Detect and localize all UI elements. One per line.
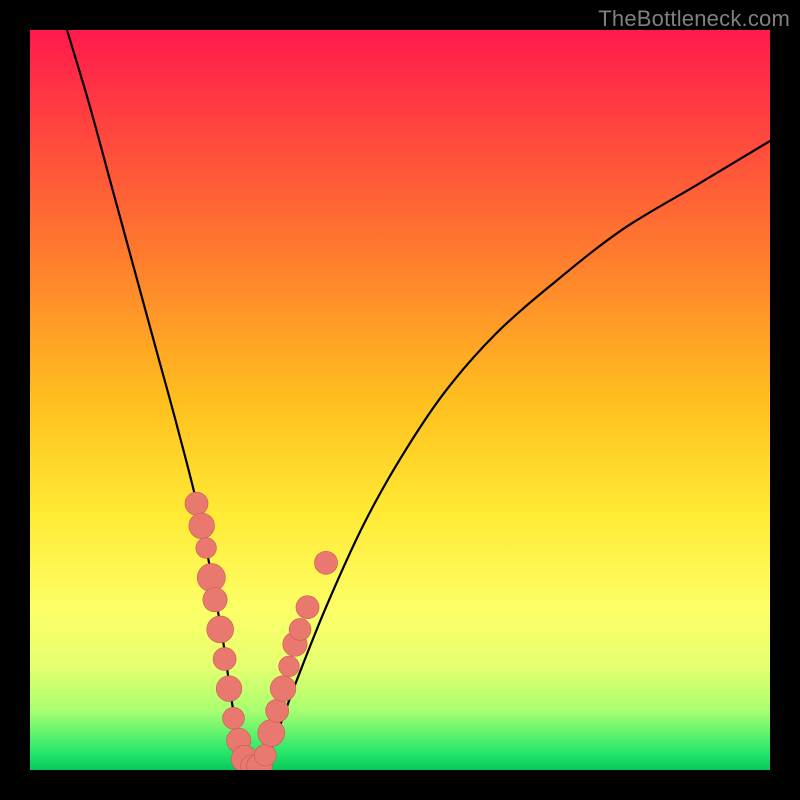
curve-marker [279,656,300,677]
curve-marker [197,564,225,592]
curve-marker [254,744,276,766]
watermark-text: TheBottleneck.com [598,6,790,32]
curve-marker [207,616,234,643]
plot-area [30,30,770,770]
curve-marker [314,551,337,574]
chart-svg [30,30,770,770]
curve-marker [189,513,215,539]
curve-marker [203,588,227,612]
curve-marker [213,647,236,670]
curve-marker [216,676,242,702]
curve-marker [185,492,208,515]
curve-marker [196,538,217,559]
curve-marker [296,596,319,619]
curve-marker [270,676,296,702]
curve-marker [223,707,245,729]
chart-frame: TheBottleneck.com [0,0,800,800]
curve-marker [266,699,289,722]
curve-marker [289,618,311,640]
curve-markers [185,492,338,770]
bottleneck-curve [67,30,770,770]
curve-marker [258,720,285,747]
